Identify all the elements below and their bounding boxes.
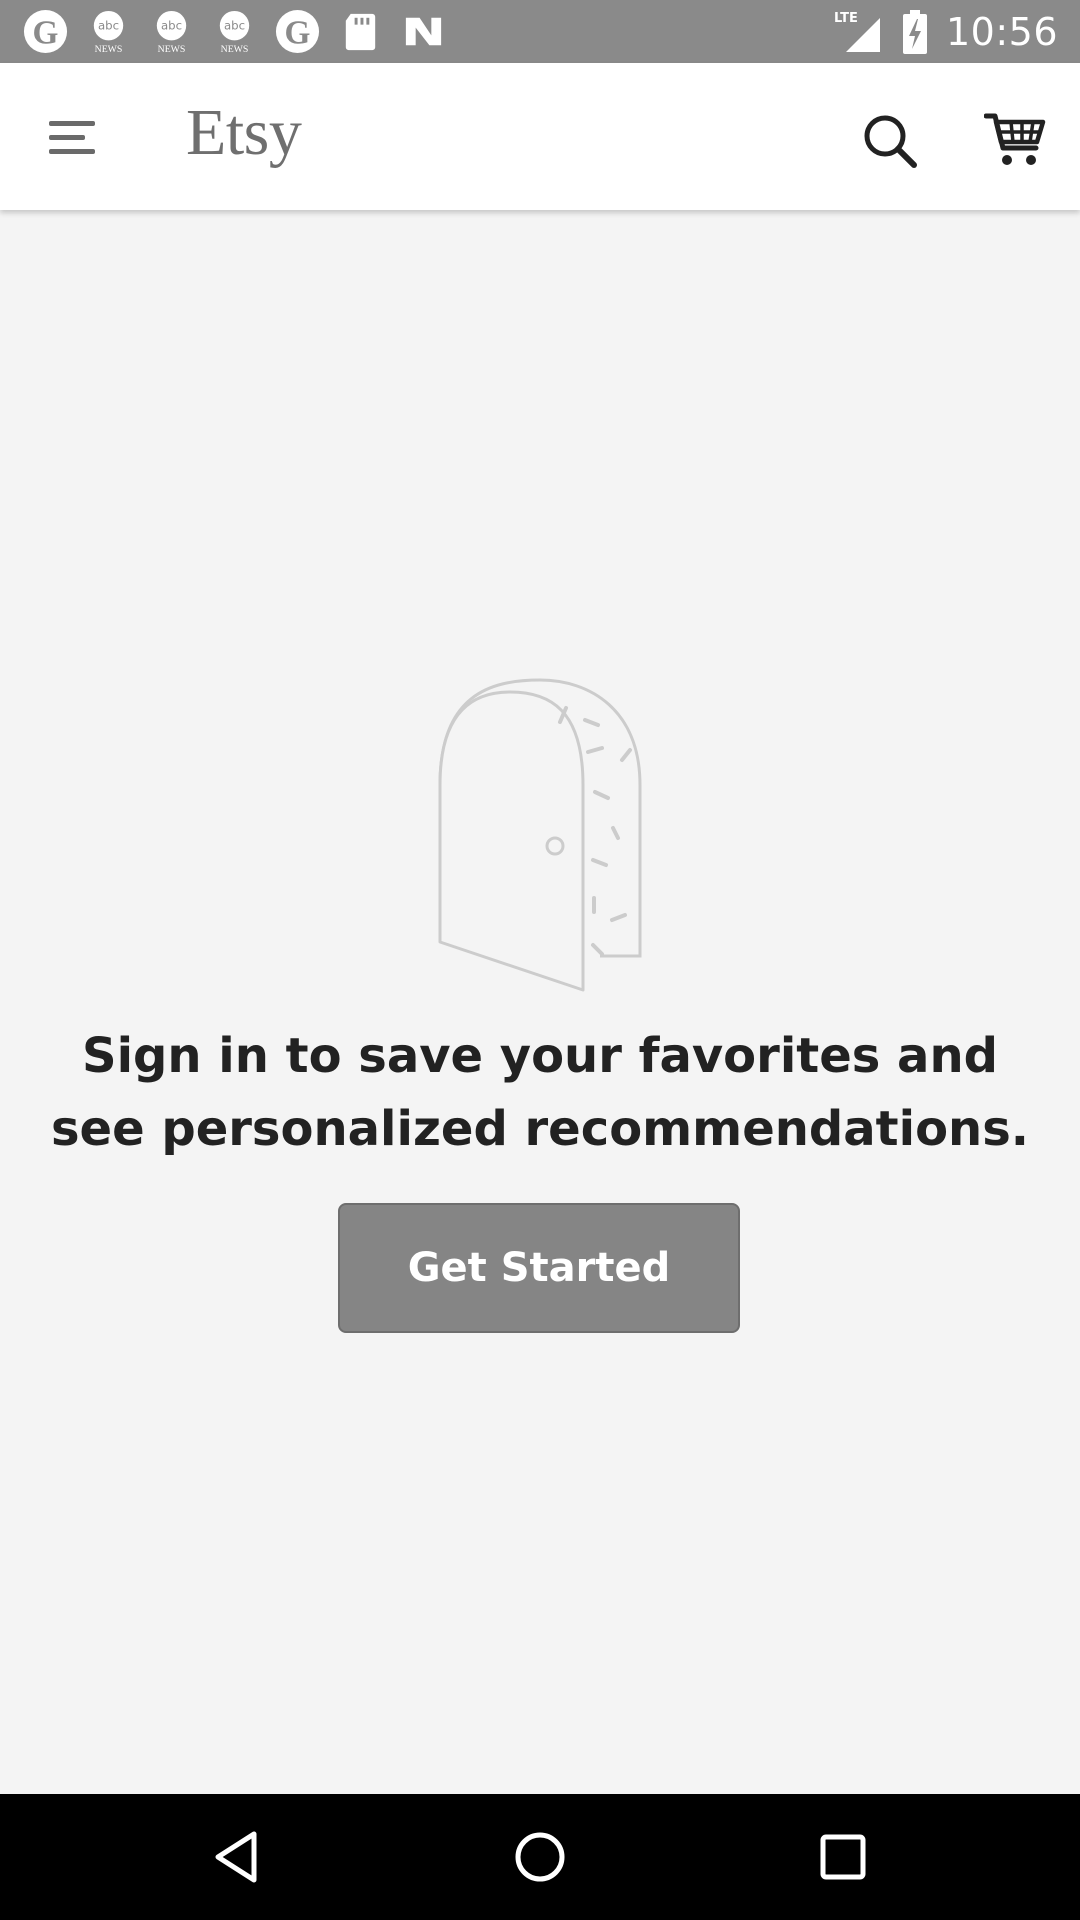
notification-icons: G abc NEWS abc NEWS abc NEWS G (22, 8, 447, 55)
abc-news-icon: abc NEWS (219, 10, 250, 55)
svg-text:NEWS: NEWS (221, 44, 249, 55)
recents-icon (820, 1834, 866, 1880)
get-started-button[interactable]: Get Started (338, 1203, 740, 1333)
svg-text:abc: abc (98, 19, 119, 33)
clock: 10:56 (945, 9, 1058, 54)
cart-button[interactable] (975, 99, 1055, 179)
open-door-icon (438, 678, 642, 992)
app-bar: Etsy (0, 63, 1080, 210)
svg-text:abc: abc (224, 19, 245, 33)
abc-news-icon: abc NEWS (156, 10, 187, 55)
n-icon (405, 17, 442, 46)
search-button[interactable] (850, 101, 930, 181)
g-icon: G (275, 9, 320, 54)
svg-text:G: G (285, 14, 311, 51)
home-button[interactable] (505, 1822, 575, 1892)
system-status: LTE 10:56 (832, 8, 1058, 56)
battery-charging-icon (902, 9, 927, 54)
cart-icon (984, 113, 1046, 165)
recents-button[interactable] (808, 1822, 878, 1892)
menu-button[interactable] (38, 103, 108, 173)
abc-news-icon: abc NEWS (93, 10, 124, 55)
sign-in-message: Sign in to save your favorites and see p… (50, 1028, 1030, 1157)
back-icon (215, 1831, 257, 1883)
navigation-bar (0, 1794, 1080, 1920)
g-icon: G (23, 9, 68, 54)
home-icon (515, 1832, 565, 1882)
search-icon (864, 115, 917, 168)
sd-card-icon (345, 13, 376, 51)
svg-text:abc: abc (161, 19, 182, 33)
menu-icon (49, 121, 95, 154)
etsy-logo: Etsy (186, 96, 302, 169)
back-button[interactable] (202, 1822, 272, 1892)
status-bar: G abc NEWS abc NEWS abc NEWS G LTE 10:56 (0, 0, 1080, 63)
svg-text:LTE: LTE (834, 11, 858, 26)
svg-text:NEWS: NEWS (158, 44, 186, 55)
svg-text:NEWS: NEWS (95, 44, 123, 55)
svg-text:G: G (33, 14, 59, 51)
lte-signal-icon: LTE (834, 11, 880, 52)
